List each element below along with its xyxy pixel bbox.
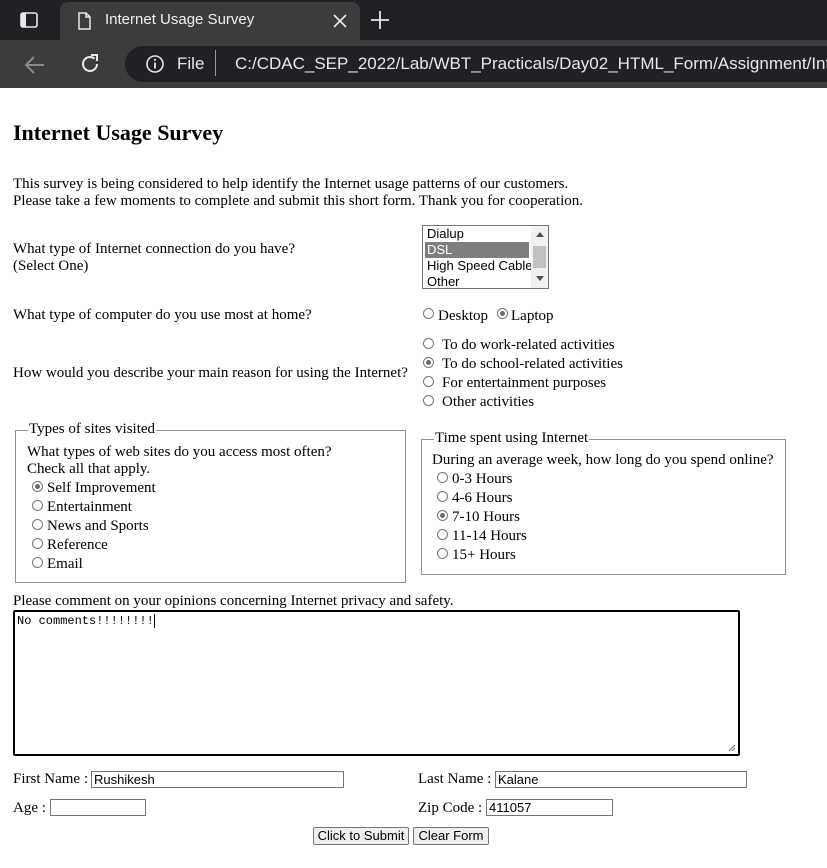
comments-textarea[interactable]: No comments!!!!!!!! xyxy=(13,610,740,756)
close-icon[interactable] xyxy=(330,11,350,31)
reason-question: How would you describe your main reason … xyxy=(13,365,408,381)
connection-option-selected[interactable]: DSL xyxy=(425,242,529,258)
zip-code-input[interactable]: 411057 xyxy=(486,799,613,816)
time-15-plus-radio[interactable] xyxy=(437,548,448,559)
document-icon xyxy=(78,12,91,30)
sites-entertainment-radio[interactable] xyxy=(32,500,43,511)
reason-option-label: To do school-related activities xyxy=(442,356,623,372)
resize-grip-icon[interactable] xyxy=(728,744,736,752)
info-icon[interactable] xyxy=(145,54,165,74)
computer-option-label: Desktop xyxy=(438,308,488,324)
listbox-scrollbar[interactable] xyxy=(531,226,548,288)
intro-text: Please take a few moments to complete an… xyxy=(13,193,584,209)
sites-question: What types of web sites do you access mo… xyxy=(27,444,332,460)
sites-option-label: Reference xyxy=(47,537,108,553)
intro-text: This survey is being considered to help … xyxy=(13,176,569,192)
comments-text: No comments!!!!!!!! xyxy=(17,614,154,628)
time-option-label: 11-14 Hours xyxy=(452,528,527,544)
time-11-14-radio[interactable] xyxy=(437,529,448,540)
time-option-label: 15+ Hours xyxy=(452,547,516,563)
active-tab[interactable]: Internet Usage Survey xyxy=(60,2,360,40)
time-option-label: 7-10 Hours xyxy=(452,509,520,525)
scroll-down-arrow-icon[interactable] xyxy=(536,276,544,281)
last-name-label: Last Name : xyxy=(418,771,492,787)
connection-select[interactable]: Dialup DSL High Speed Cable Other xyxy=(422,225,549,289)
zip-code-label: Zip Code : xyxy=(418,800,483,816)
computer-laptop-radio[interactable] xyxy=(497,308,508,319)
sites-option-label: Email xyxy=(47,556,83,572)
sites-option-label: Entertainment xyxy=(47,499,132,515)
first-name-input[interactable]: Rushikesh xyxy=(91,771,344,788)
time-4-6-radio[interactable] xyxy=(437,491,448,502)
computer-desktop-radio[interactable] xyxy=(423,308,434,319)
tab-actions-icon[interactable] xyxy=(19,10,39,30)
connection-question: What type of Internet connection do you … xyxy=(13,241,295,257)
computer-question: What type of computer do you use most at… xyxy=(13,307,312,323)
plus-icon[interactable] xyxy=(369,9,391,31)
reason-school-radio[interactable] xyxy=(423,357,434,368)
clear-form-button[interactable]: Clear Form xyxy=(413,827,489,845)
sites-reference-radio[interactable] xyxy=(32,538,43,549)
first-name-label: First Name : xyxy=(13,771,88,787)
connection-option[interactable]: Dialup xyxy=(425,226,529,242)
scroll-up-arrow-icon[interactable] xyxy=(536,232,544,237)
reason-option-label: To do work-related activities xyxy=(442,337,615,353)
tab-title: Internet Usage Survey xyxy=(105,11,255,28)
sites-email-radio[interactable] xyxy=(32,557,43,568)
page-title: Internet Usage Survey xyxy=(13,120,224,145)
time-option-label: 0-3 Hours xyxy=(452,471,513,487)
tab-strip: Internet Usage Survey xyxy=(0,0,827,40)
last-name-input[interactable]: Kalane xyxy=(495,771,747,788)
reason-option-label: Other activities xyxy=(442,394,535,410)
browser-toolbar: File C:/CDAC_SEP_2022/Lab/WBT_Practicals… xyxy=(0,40,827,88)
sites-option-label: News and Sports xyxy=(47,518,149,534)
time-option-label: 4-6 Hours xyxy=(452,490,513,506)
sites-self-improvement-radio[interactable] xyxy=(32,481,43,492)
submit-button[interactable]: Click to Submit xyxy=(313,827,409,845)
sites-option-label: Self Improvement xyxy=(47,480,156,496)
reason-option-label: For entertainment purposes xyxy=(442,375,607,391)
time-question: During an average week, how long do you … xyxy=(432,452,774,468)
reason-work-radio[interactable] xyxy=(423,338,434,349)
url-scheme-label: File xyxy=(177,54,205,73)
address-bar[interactable]: File C:/CDAC_SEP_2022/Lab/WBT_Practicals… xyxy=(125,46,827,82)
comments-label: Please comment on your opinions concerni… xyxy=(13,593,454,609)
connection-option[interactable]: Other xyxy=(425,274,529,288)
scrollbar-thumb[interactable] xyxy=(533,246,546,268)
reload-icon[interactable] xyxy=(78,52,102,76)
text-caret xyxy=(154,614,155,628)
url-separator xyxy=(215,50,216,76)
reason-entertainment-radio[interactable] xyxy=(423,376,434,387)
time-0-3-radio[interactable] xyxy=(437,472,448,483)
sites-legend: Types of sites visited xyxy=(28,421,157,438)
age-label: Age : xyxy=(13,800,46,816)
url-text[interactable]: C:/CDAC_SEP_2022/Lab/WBT_Practicals/Day0… xyxy=(235,54,827,74)
time-7-10-radio[interactable] xyxy=(437,510,448,521)
connection-option[interactable]: High Speed Cable xyxy=(425,258,533,274)
time-legend: Time spent using Internet xyxy=(434,430,590,447)
back-arrow-icon[interactable] xyxy=(22,52,48,78)
sites-hint: Check all that apply. xyxy=(27,461,151,477)
computer-option-label: Laptop xyxy=(511,308,554,324)
sites-news-radio[interactable] xyxy=(32,519,43,530)
age-input[interactable] xyxy=(50,799,146,816)
reason-other-radio[interactable] xyxy=(423,395,434,406)
connection-hint: (Select One) xyxy=(13,258,89,274)
